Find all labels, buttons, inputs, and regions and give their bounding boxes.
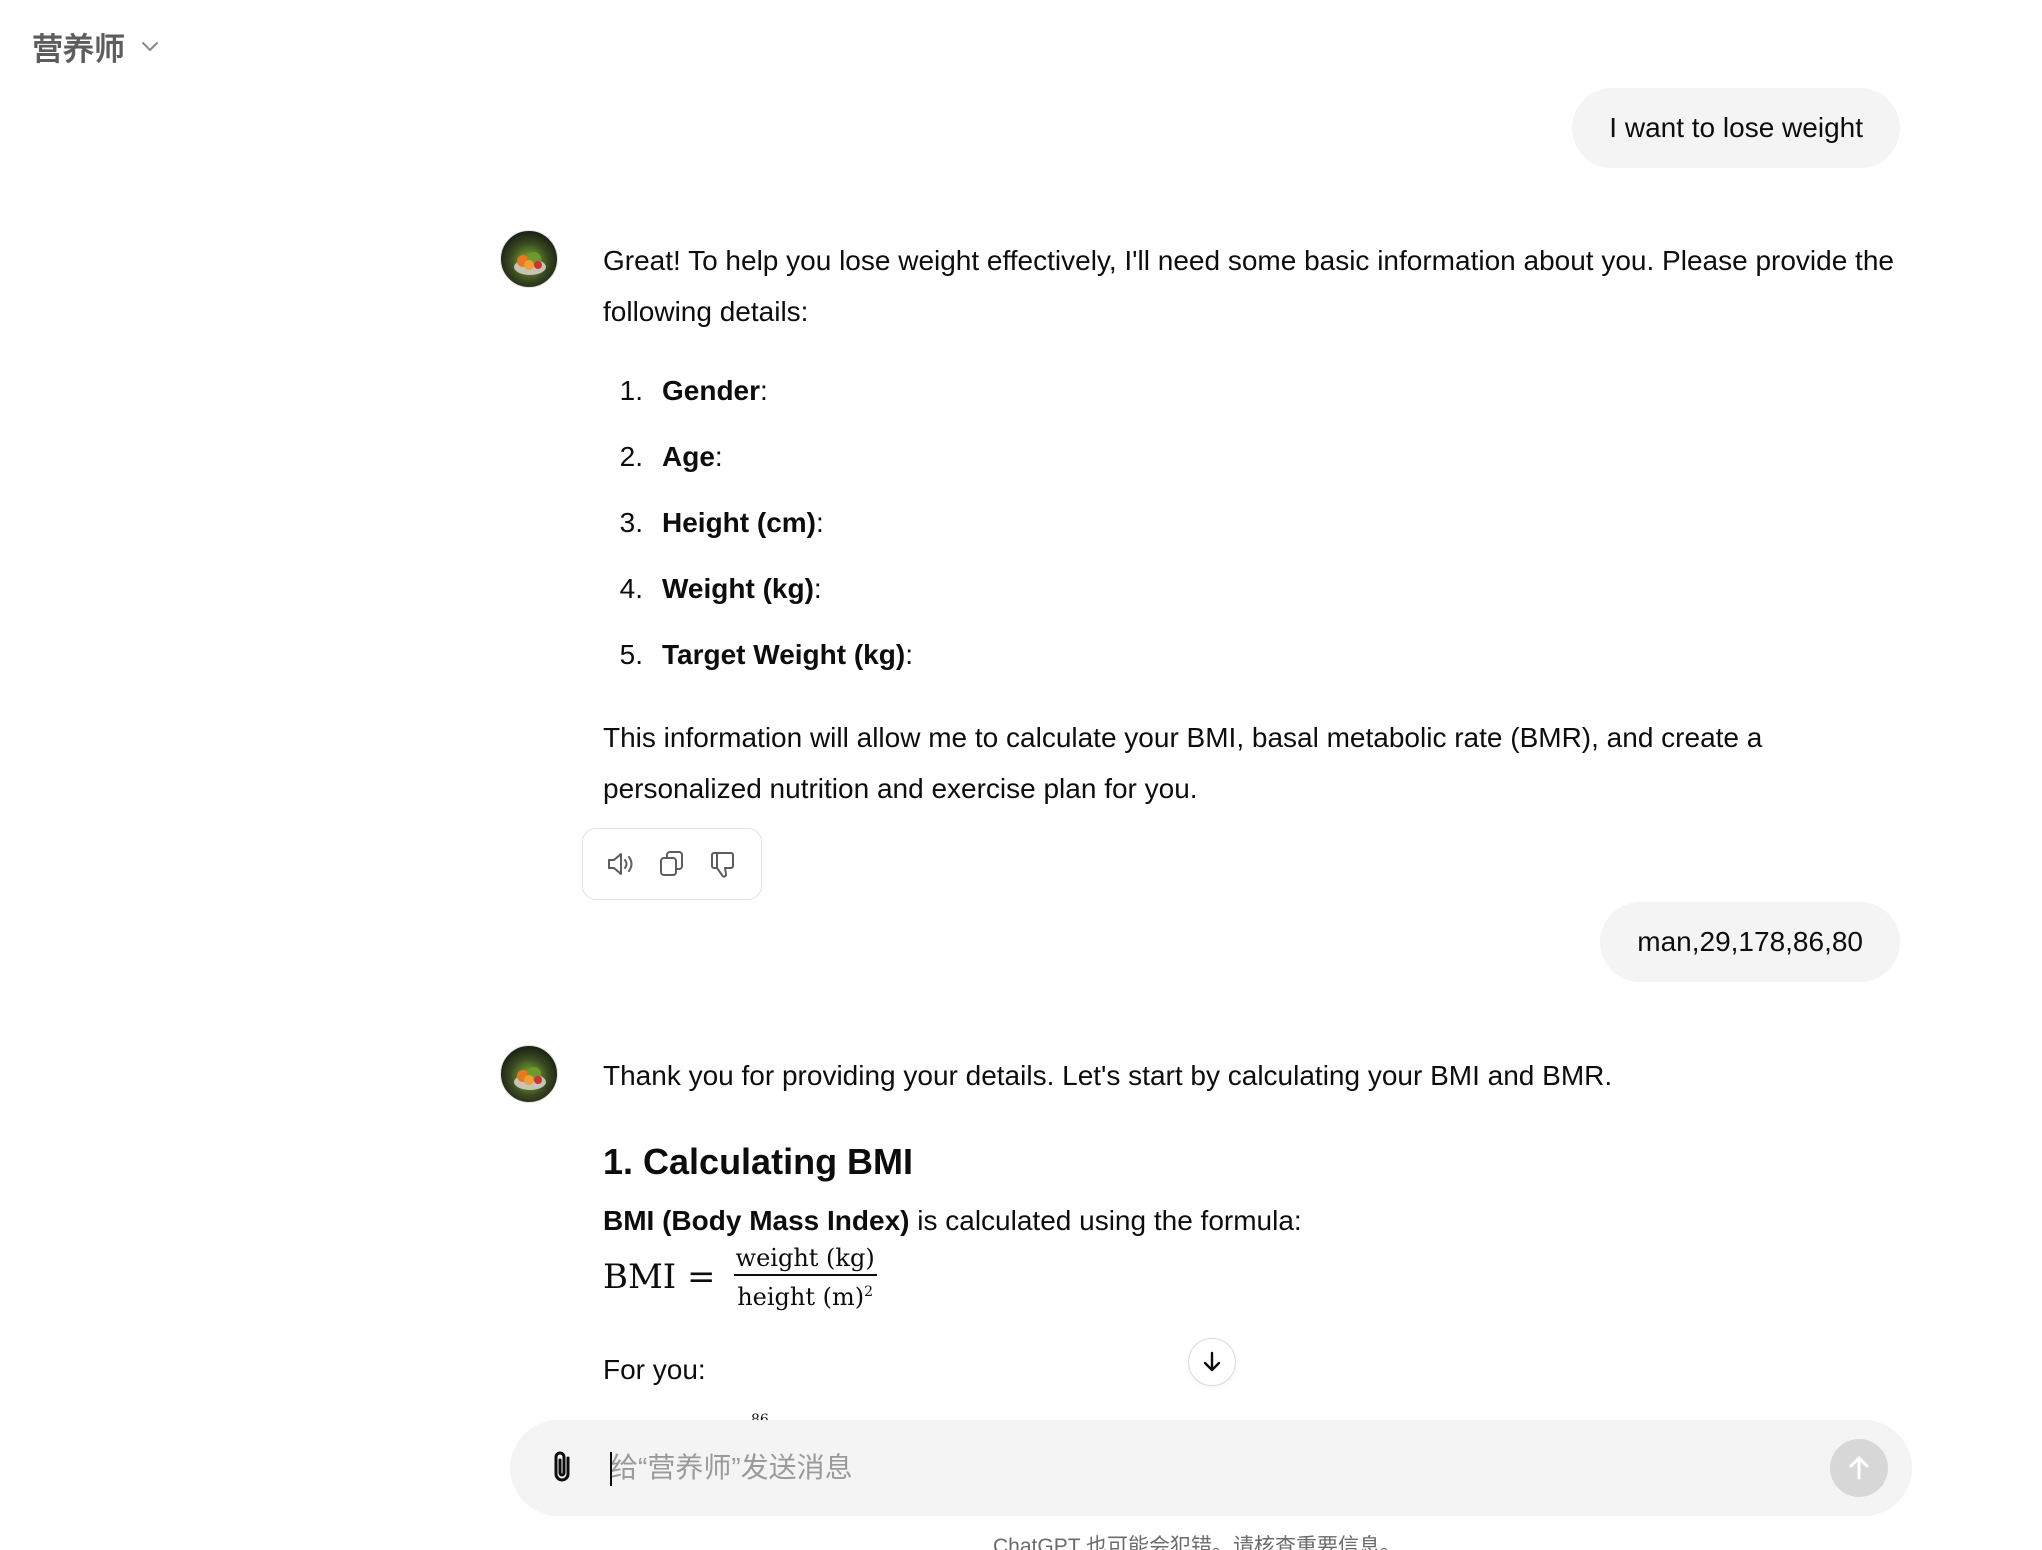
assistant-avatar bbox=[500, 230, 558, 288]
arrow-up-icon bbox=[1849, 1456, 1869, 1480]
list-number: 1. bbox=[619, 374, 643, 406]
assistant-paragraph: For you: bbox=[603, 1354, 706, 1385]
speaker-icon[interactable] bbox=[603, 846, 639, 882]
send-button[interactable] bbox=[1830, 1439, 1888, 1497]
assistant-message-body: Thank you for providing your details. Le… bbox=[603, 1050, 1903, 1395]
list-suffix: : bbox=[905, 638, 913, 670]
user-message-text: I want to lose weight bbox=[1609, 112, 1863, 143]
assistant-message-body: Great! To help you lose weight effective… bbox=[603, 235, 1903, 814]
list-item: 2. Age: bbox=[603, 423, 1903, 489]
user-message: I want to lose weight bbox=[1572, 88, 1900, 168]
message-actions bbox=[582, 828, 762, 900]
formula-fraction: weight (kg) height (m)2 bbox=[733, 1243, 877, 1312]
copy-icon[interactable] bbox=[654, 846, 690, 882]
scroll-down-button[interactable] bbox=[1188, 1338, 1236, 1386]
disclaimer: ChatGPT 也可能会犯错。请核查重要信息。 bbox=[993, 1535, 1401, 1550]
formula-numerator: weight (kg) bbox=[733, 1243, 877, 1276]
bmi-formula: BMI = weight (kg) height (m)2 bbox=[603, 1243, 1903, 1312]
list-item: 3. Height (cm): bbox=[603, 489, 1903, 555]
user-message: man,29,178,86,80 bbox=[1600, 902, 1900, 982]
assistant-paragraph: BMI (Body Mass Index) is calculated usin… bbox=[603, 1199, 1903, 1243]
list-suffix: : bbox=[760, 374, 768, 406]
list-label: Gender bbox=[662, 374, 761, 406]
message-input[interactable] bbox=[610, 1420, 1802, 1516]
assistant-paragraph: This information will allow me to calcul… bbox=[603, 722, 1763, 804]
user-message-text: man,29,178,86,80 bbox=[1637, 926, 1863, 957]
list-suffix: : bbox=[816, 506, 824, 538]
list-label: Weight (kg) bbox=[662, 572, 814, 604]
list-suffix: : bbox=[813, 572, 822, 604]
arrow-down-icon bbox=[1203, 1351, 1221, 1372]
paperclip-icon[interactable] bbox=[536, 1441, 590, 1495]
assistant-paragraph: Great! To help you lose weight effective… bbox=[603, 245, 1894, 327]
section-heading: 1. Calculating BMI bbox=[603, 1141, 914, 1182]
list-item: 4. Weight (kg): bbox=[603, 555, 1903, 621]
formula-den-text: height (m) bbox=[737, 1283, 865, 1311]
list-label: Target Weight (kg) bbox=[662, 638, 906, 670]
assistant-paragraph: Thank you for providing your details. Le… bbox=[603, 1060, 1613, 1091]
list-label: Age bbox=[662, 440, 715, 472]
thumbs-down-icon[interactable] bbox=[705, 846, 741, 882]
composer bbox=[510, 1420, 1912, 1516]
formula-denominator: height (m)2 bbox=[737, 1276, 873, 1312]
gpt-name: 营养师 bbox=[32, 31, 125, 67]
text-caret bbox=[610, 1452, 612, 1486]
list-number: 5. bbox=[619, 638, 643, 670]
list-suffix: : bbox=[714, 440, 723, 472]
list-number: 3. bbox=[619, 506, 643, 538]
info-list: 1. Gender: 2. Age: 3. Height (cm): 4. Weight… bbox=[603, 357, 1903, 687]
formula-exponent: 2 bbox=[864, 1284, 874, 1300]
bmi-term: BMI (Body Mass Index) bbox=[603, 1205, 910, 1236]
chat-page: 营养师 I want to lose weight Great! To help… bbox=[0, 0, 2042, 1550]
gpt-selector[interactable]: 营养师 bbox=[32, 22, 161, 70]
list-label: Height (cm) bbox=[662, 506, 816, 538]
bmi-desc: is calculated using the formula: bbox=[909, 1205, 1302, 1236]
list-number: 2. bbox=[619, 440, 643, 472]
formula-lhs: BMI = bbox=[603, 1257, 716, 1297]
chevron-down-icon bbox=[139, 35, 161, 57]
list-item: 1. Gender: bbox=[603, 357, 1903, 423]
list-number: 4. bbox=[619, 572, 643, 604]
list-item: 5. Target Weight (kg): bbox=[603, 621, 1903, 687]
assistant-avatar bbox=[500, 1045, 558, 1103]
